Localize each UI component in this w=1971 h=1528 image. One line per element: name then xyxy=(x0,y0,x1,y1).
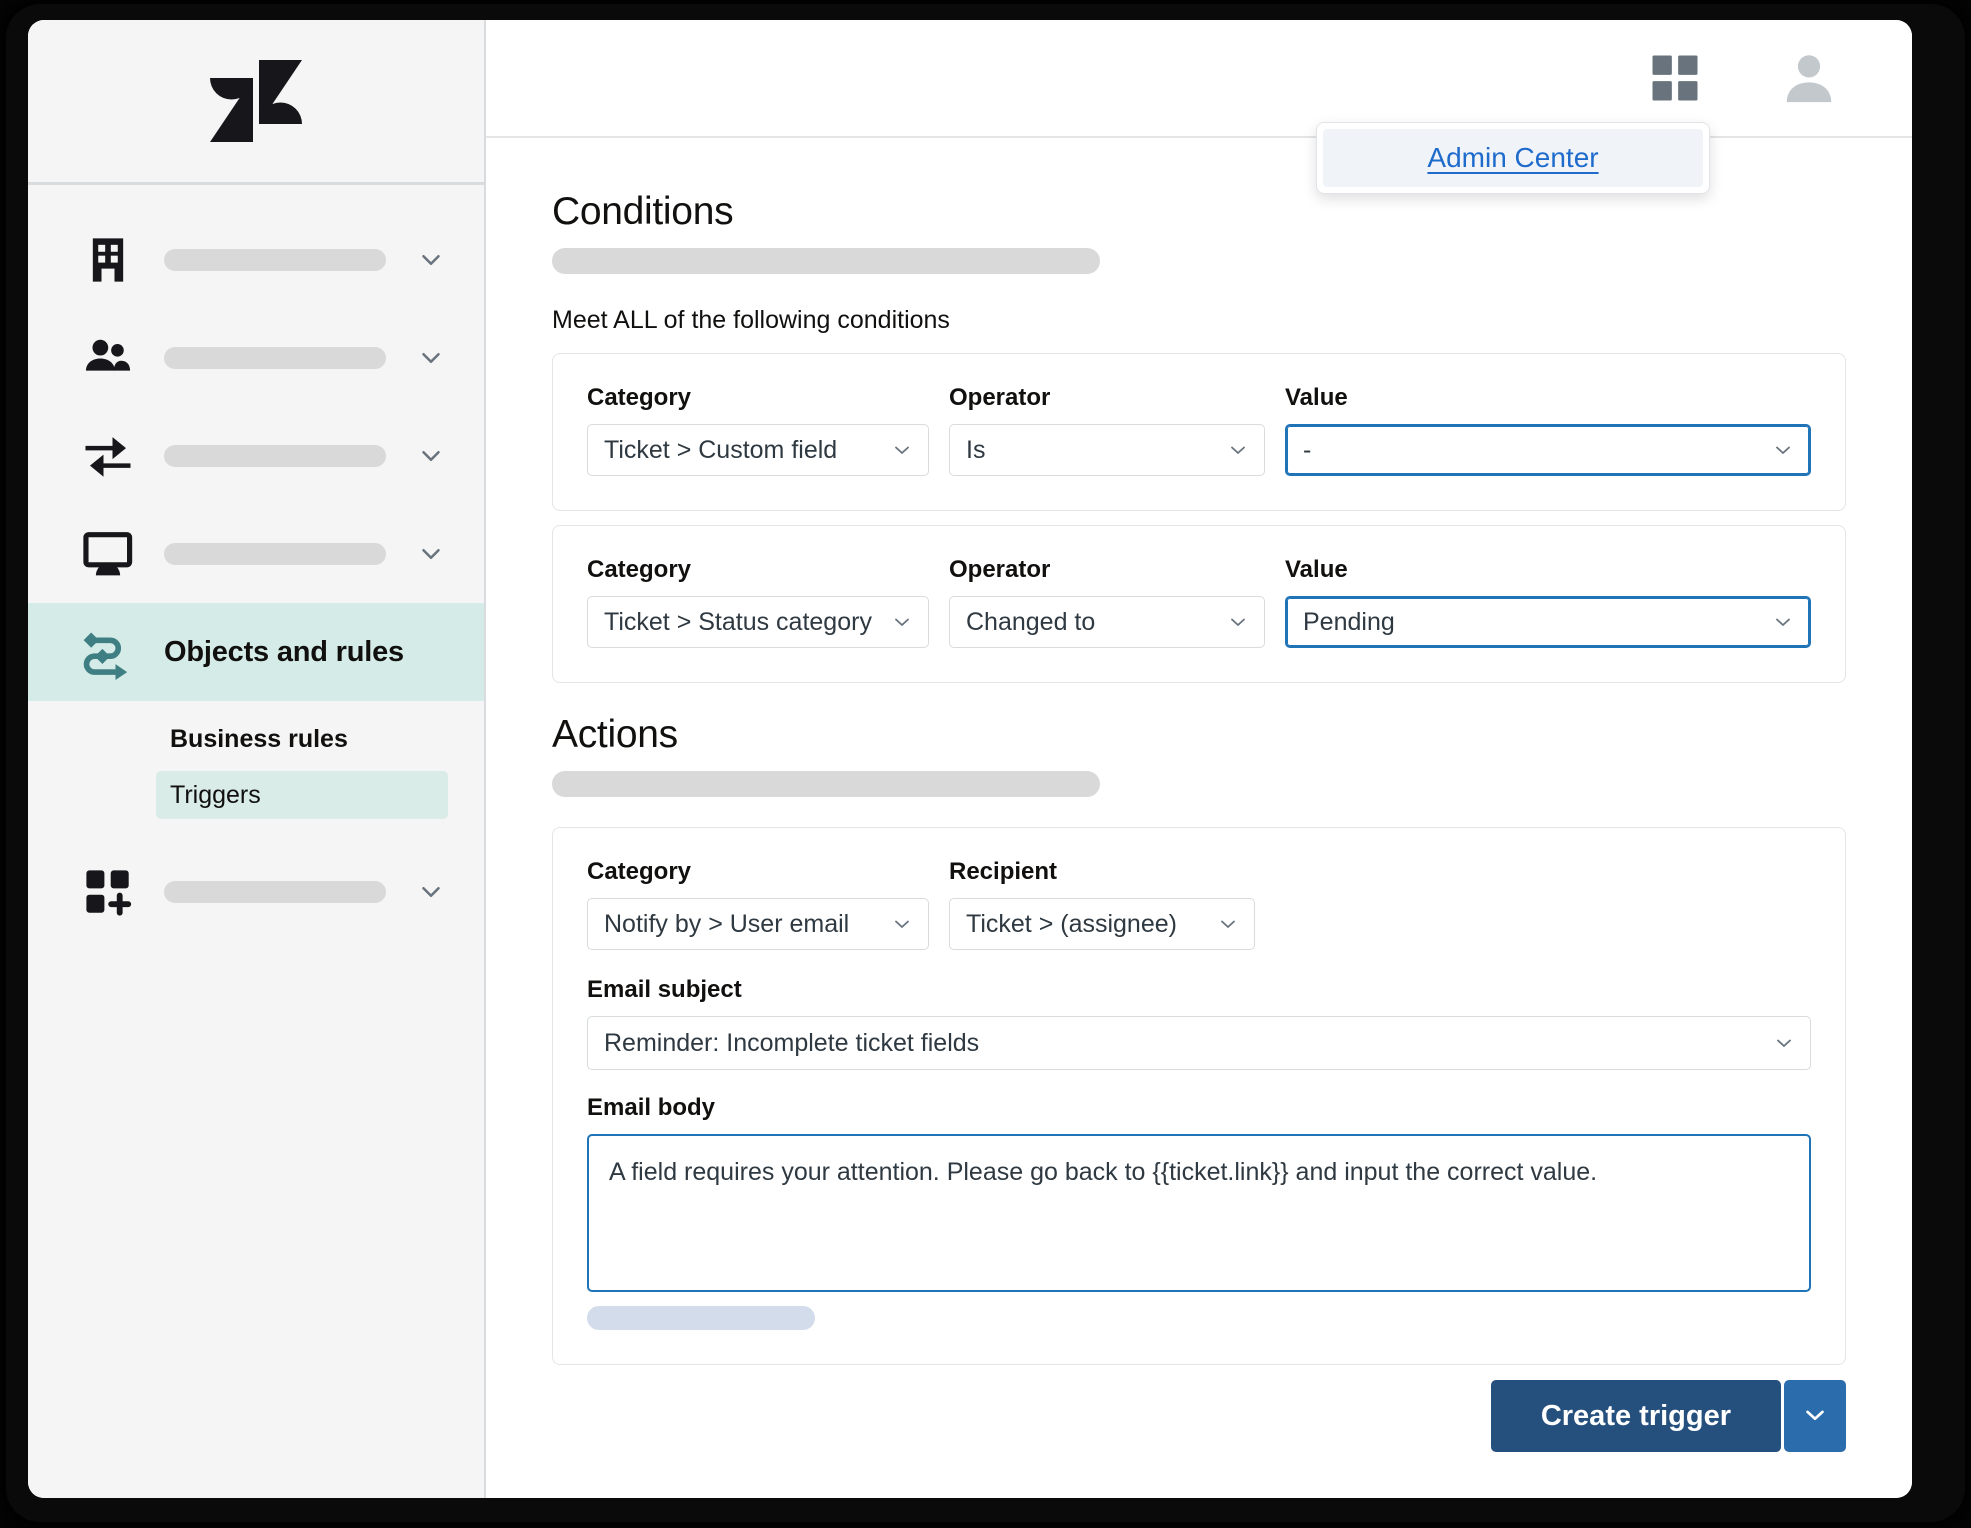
email-subject-value: Reminder: Incomplete ticket fields xyxy=(604,1028,980,1057)
sidebar-subitem-triggers[interactable]: Triggers xyxy=(156,771,448,819)
action-category-value: Notify by > User email xyxy=(604,909,850,938)
sidebar-subitem-business-rules[interactable]: Business rules xyxy=(156,715,448,763)
create-trigger-button[interactable]: Create trigger xyxy=(1490,1380,1781,1452)
condition-category-value-1: Ticket > Custom field xyxy=(604,435,838,464)
condition-category-value-2: Ticket > Status category xyxy=(604,607,872,636)
sidebar-nav-list: Objects and rules Business rules Trigger… xyxy=(28,185,484,941)
chevron-down-icon xyxy=(414,343,448,373)
chevron-down-icon xyxy=(414,539,448,569)
condition-value-label: Value xyxy=(1285,384,1348,411)
sidebar-item-workspaces[interactable] xyxy=(28,505,484,603)
screenshot-frame: Objects and rules Business rules Trigger… xyxy=(0,0,1971,1528)
sidebar-item-label-placeholder xyxy=(164,543,386,565)
chevron-down-icon xyxy=(890,438,914,462)
chevron-down-icon xyxy=(1226,438,1250,462)
chevron-down-icon xyxy=(414,877,448,907)
objects-rules-icon xyxy=(80,624,136,680)
footer-actions: Create trigger xyxy=(1490,1380,1846,1452)
sidebar-item-people[interactable] xyxy=(28,309,484,407)
chevron-down-icon xyxy=(1800,1400,1830,1433)
actions-description-placeholder xyxy=(552,771,1100,797)
condition-value-select-2[interactable]: Pending xyxy=(1285,596,1811,648)
sidebar-item-label-placeholder xyxy=(164,881,386,903)
sidebar-subitem-label: Business rules xyxy=(170,724,348,753)
zendesk-admin-window: Objects and rules Business rules Trigger… xyxy=(28,20,1912,1498)
condition-category-label: Category xyxy=(587,384,692,411)
email-body-hint-placeholder xyxy=(587,1306,815,1330)
condition-operator-label: Operator xyxy=(949,384,1051,411)
building-icon xyxy=(80,234,136,286)
action-recipient-value: Ticket > (assignee) xyxy=(966,909,1177,938)
sidebar-sub-list: Business rules Triggers xyxy=(28,701,484,819)
sidebar: Objects and rules Business rules Trigger… xyxy=(28,20,486,1498)
main-panel: Admin Center Conditions Meet ALL of the … xyxy=(486,20,1912,1498)
condition-row-1: Category Ticket > Custom field Operator … xyxy=(552,353,1846,511)
condition-row-2: Category Ticket > Status category Operat… xyxy=(552,525,1846,683)
create-trigger-dropdown-button[interactable] xyxy=(1784,1380,1846,1452)
chevron-down-icon xyxy=(1216,912,1240,936)
admin-center-popover-inner: Admin Center xyxy=(1323,129,1703,187)
condition-value-label: Value xyxy=(1285,556,1348,583)
action-recipient-select[interactable]: Ticket > (assignee) xyxy=(949,898,1255,950)
chevron-down-icon xyxy=(1771,438,1795,462)
email-subject-label: Email subject xyxy=(587,976,742,1003)
actions-heading: Actions xyxy=(552,713,678,756)
sidebar-logo-area xyxy=(28,20,484,185)
condition-value-value-2: Pending xyxy=(1303,607,1395,636)
zendesk-logo-icon xyxy=(210,60,302,142)
sidebar-item-channels[interactable] xyxy=(28,407,484,505)
admin-center-link[interactable]: Admin Center xyxy=(1427,142,1598,174)
condition-operator-value-2: Changed to xyxy=(966,607,1096,636)
top-bar xyxy=(486,20,1912,138)
action-recipient-label: Recipient xyxy=(949,858,1058,885)
apps-add-icon xyxy=(80,865,136,919)
action-category-label: Category xyxy=(587,858,692,885)
conditions-description-placeholder xyxy=(552,248,1100,274)
chevron-down-icon xyxy=(414,245,448,275)
chevron-down-icon xyxy=(1226,610,1250,634)
condition-value-value-1: - xyxy=(1303,435,1312,464)
sidebar-item-account[interactable] xyxy=(28,211,484,309)
condition-operator-select-1[interactable]: Is xyxy=(949,424,1265,476)
conditions-heading: Conditions xyxy=(552,190,734,233)
admin-center-popover: Admin Center xyxy=(1316,122,1710,194)
email-subject-input[interactable]: Reminder: Incomplete ticket fields xyxy=(587,1016,1811,1070)
sidebar-subitem-label: Triggers xyxy=(170,780,261,809)
condition-operator-value-1: Is xyxy=(966,435,986,464)
chevron-down-icon xyxy=(1771,610,1795,634)
condition-category-select-2[interactable]: Ticket > Status category xyxy=(587,596,929,648)
monitor-icon xyxy=(80,527,136,581)
transfer-arrows-icon xyxy=(80,429,136,483)
sidebar-item-label-placeholder xyxy=(164,249,386,271)
sidebar-item-label-placeholder xyxy=(164,347,386,369)
content-area: Conditions Meet ALL of the following con… xyxy=(486,138,1912,1498)
chevron-down-icon xyxy=(890,912,914,936)
email-body-textarea[interactable]: A field requires your attention. Please … xyxy=(587,1134,1811,1292)
chevron-down-icon xyxy=(414,441,448,471)
action-card: Category Notify by > User email Recipien… xyxy=(552,827,1846,1365)
sidebar-item-apps[interactable] xyxy=(28,843,484,941)
action-category-select[interactable]: Notify by > User email xyxy=(587,898,929,950)
condition-category-select-1[interactable]: Ticket > Custom field xyxy=(587,424,929,476)
grid-apps-icon[interactable] xyxy=(1648,51,1702,105)
condition-category-label: Category xyxy=(587,556,692,583)
condition-operator-label: Operator xyxy=(949,556,1051,583)
sidebar-item-objects-and-rules[interactable]: Objects and rules xyxy=(28,603,484,701)
condition-operator-select-2[interactable]: Changed to xyxy=(949,596,1265,648)
condition-value-select-1[interactable]: - xyxy=(1285,424,1811,476)
sidebar-item-label-placeholder xyxy=(164,445,386,467)
chevron-down-icon xyxy=(1772,1031,1796,1055)
conditions-subtitle: Meet ALL of the following conditions xyxy=(552,306,950,334)
chevron-down-icon xyxy=(890,610,914,634)
email-body-label: Email body xyxy=(587,1094,716,1121)
user-avatar-icon[interactable] xyxy=(1780,49,1838,107)
people-icon xyxy=(80,331,136,385)
sidebar-item-label: Objects and rules xyxy=(164,635,404,668)
